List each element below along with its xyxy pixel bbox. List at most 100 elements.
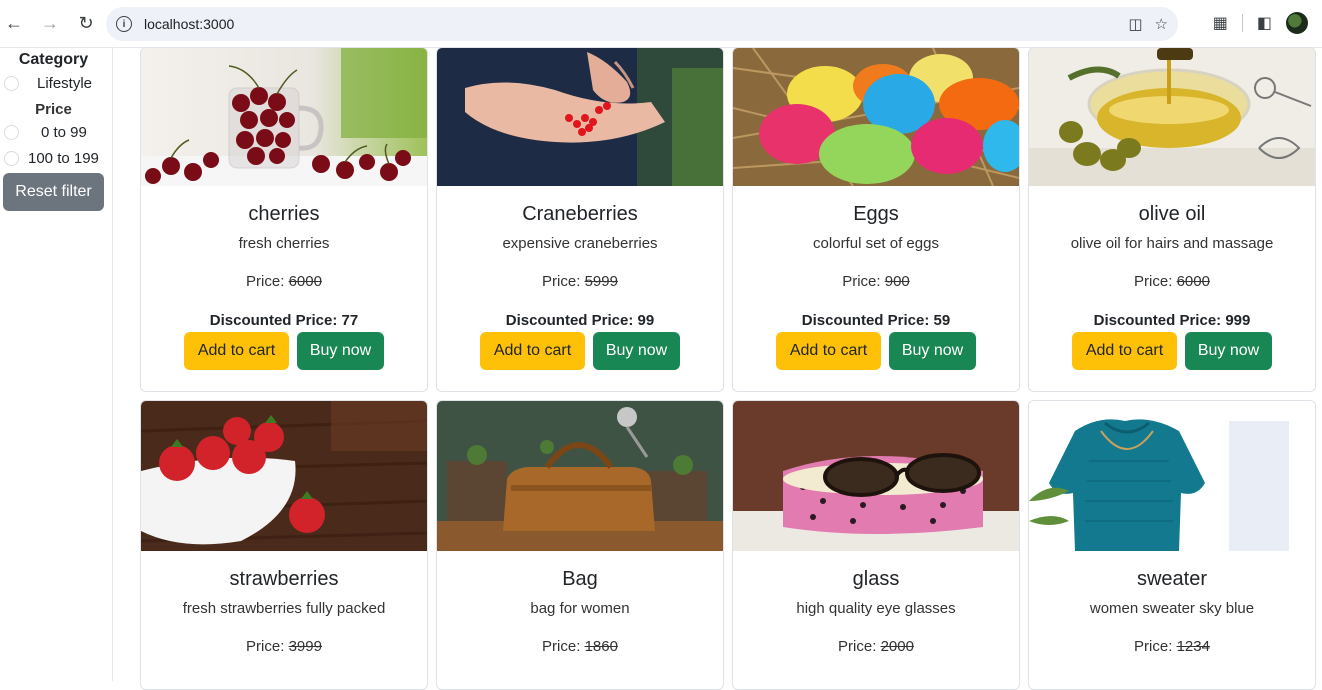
original-price: 6000 bbox=[288, 273, 322, 290]
price-label: Price: bbox=[542, 638, 581, 655]
price-label: Price: bbox=[246, 638, 285, 655]
product-price: Price: 3999 bbox=[141, 638, 427, 655]
add-to-cart-button[interactable]: Add to cart bbox=[1072, 332, 1177, 370]
product-image-sweater bbox=[1029, 401, 1315, 551]
buy-now-button[interactable]: Buy now bbox=[1185, 332, 1272, 370]
radio-button[interactable] bbox=[4, 151, 19, 166]
product-title: strawberries bbox=[229, 568, 339, 590]
price-label: Price: bbox=[246, 273, 285, 290]
discount-value: 999 bbox=[1225, 312, 1251, 329]
product-price: Price: 2000 bbox=[733, 638, 1019, 655]
product-title: olive oil bbox=[1138, 203, 1206, 225]
product-description: women sweater sky blue bbox=[1089, 600, 1255, 617]
card-actions: Add to cart Buy now bbox=[733, 332, 1019, 370]
card-actions: Add to cart Buy now bbox=[141, 332, 427, 370]
toolbar-divider bbox=[1241, 14, 1243, 32]
product-image-cherries bbox=[141, 48, 427, 186]
product-title: cherries bbox=[248, 203, 320, 225]
category-option-label: Lifestyle bbox=[37, 75, 93, 92]
product-price: Price: 1234 bbox=[1029, 638, 1315, 655]
back-icon[interactable]: ← bbox=[2, 12, 26, 36]
buy-now-button[interactable]: Buy now bbox=[593, 332, 680, 370]
bookmark-star-icon[interactable]: ☆ bbox=[1155, 15, 1168, 33]
card-body: Eggs colorful set of eggs Price: 900 Dis… bbox=[733, 203, 1019, 370]
card-body: Craneberries expensive craneberries Pric… bbox=[437, 203, 723, 370]
product-card: strawberries fresh strawberries fully pa… bbox=[140, 400, 428, 690]
card-body: Bag bag for women Price: 1860 bbox=[437, 568, 723, 655]
card-body: glass high quality eye glasses Price: 20… bbox=[733, 568, 1019, 655]
radio-button[interactable] bbox=[4, 76, 19, 91]
discount-label: Discounted Price: bbox=[801, 312, 930, 329]
original-price: 900 bbox=[884, 273, 910, 290]
product-card: Bag bag for women Price: 1860 bbox=[436, 400, 724, 690]
url-text[interactable]: localhost:3000 bbox=[144, 16, 234, 32]
price-option-label: 100 to 199 bbox=[28, 150, 99, 167]
product-description: fresh cherries bbox=[238, 235, 330, 252]
product-description: bag for women bbox=[530, 600, 630, 617]
buy-now-button[interactable]: Buy now bbox=[297, 332, 384, 370]
product-image-glass bbox=[733, 401, 1019, 551]
price-label: Price: bbox=[838, 638, 877, 655]
category-heading: Category bbox=[18, 51, 89, 68]
product-price: Price: 1860 bbox=[437, 638, 723, 655]
product-card: glass high quality eye glasses Price: 20… bbox=[732, 400, 1020, 690]
address-bar[interactable]: i localhost:3000 ◫ ☆ bbox=[106, 7, 1178, 41]
install-app-icon[interactable]: ◫ bbox=[1128, 15, 1142, 33]
product-title: Craneberries bbox=[522, 203, 638, 225]
price-label: Price: bbox=[1134, 638, 1173, 655]
add-to-cart-button[interactable]: Add to cart bbox=[776, 332, 881, 370]
price-option-100-199[interactable]: 100 to 199 bbox=[4, 150, 99, 167]
product-description: high quality eye glasses bbox=[796, 600, 956, 617]
product-image-olive-oil bbox=[1029, 48, 1315, 186]
product-title: Eggs bbox=[853, 203, 899, 225]
card-body: sweater women sweater sky blue Price: 12… bbox=[1029, 568, 1315, 655]
price-option-label: 0 to 99 bbox=[41, 124, 87, 141]
radio-button[interactable] bbox=[4, 125, 19, 140]
original-price: 1234 bbox=[1176, 638, 1210, 655]
add-to-cart-button[interactable]: Add to cart bbox=[480, 332, 585, 370]
price-label: Price: bbox=[542, 273, 581, 290]
reset-filter-button[interactable]: Reset filter bbox=[3, 173, 104, 211]
product-description: colorful set of eggs bbox=[813, 235, 939, 252]
card-actions: Add to cart Buy now bbox=[1029, 332, 1315, 370]
original-price: 5999 bbox=[584, 273, 618, 290]
site-info-icon[interactable]: i bbox=[116, 16, 132, 32]
original-price: 3999 bbox=[288, 638, 322, 655]
discount-value: 99 bbox=[637, 312, 655, 329]
buy-now-button[interactable]: Buy now bbox=[889, 332, 976, 370]
discount-value: 77 bbox=[341, 312, 359, 329]
product-card: sweater women sweater sky blue Price: 12… bbox=[1028, 400, 1316, 690]
product-card: cherries fresh cherries Price: 6000 Disc… bbox=[140, 47, 428, 392]
card-body: strawberries fresh strawberries fully pa… bbox=[141, 568, 427, 655]
discount-label: Discounted Price: bbox=[209, 312, 338, 329]
product-image-strawberries bbox=[141, 401, 427, 551]
original-price: 1860 bbox=[584, 638, 618, 655]
product-description: expensive craneberries bbox=[502, 235, 658, 252]
product-description: olive oil for hairs and massage bbox=[1070, 235, 1274, 252]
product-card: Craneberries expensive craneberries Pric… bbox=[436, 47, 724, 392]
discount-label: Discounted Price: bbox=[1093, 312, 1222, 329]
forward-icon[interactable]: → bbox=[38, 12, 62, 36]
browser-toolbar: ← → ↻ i localhost:3000 ◫ ☆ ▦ ◧ bbox=[0, 0, 1322, 48]
discounted-price: Discounted Price: 999 bbox=[1029, 312, 1315, 329]
filter-sidebar: Category Lifestyle Price 0 to 99 100 to … bbox=[0, 48, 113, 681]
price-label: Price: bbox=[842, 273, 881, 290]
price-heading: Price bbox=[35, 101, 72, 118]
original-price: 2000 bbox=[880, 638, 914, 655]
category-option-lifestyle[interactable]: Lifestyle bbox=[4, 75, 92, 92]
extensions-icon[interactable]: ▦ bbox=[1213, 13, 1228, 33]
card-body: cherries fresh cherries Price: 6000 Disc… bbox=[141, 203, 427, 370]
product-title: Bag bbox=[562, 568, 598, 590]
discount-label: Discounted Price: bbox=[505, 312, 634, 329]
add-to-cart-button[interactable]: Add to cart bbox=[184, 332, 289, 370]
price-option-0-99[interactable]: 0 to 99 bbox=[4, 124, 87, 141]
side-panel-icon[interactable]: ◧ bbox=[1257, 13, 1272, 33]
discounted-price: Discounted Price: 59 bbox=[733, 312, 1019, 329]
card-actions: Add to cart Buy now bbox=[437, 332, 723, 370]
product-card: olive oil olive oil for hairs and massag… bbox=[1028, 47, 1316, 392]
reload-icon[interactable]: ↻ bbox=[74, 12, 98, 36]
profile-avatar[interactable] bbox=[1286, 12, 1308, 34]
product-price: Price: 6000 bbox=[1029, 273, 1315, 290]
discounted-price: Discounted Price: 77 bbox=[141, 312, 427, 329]
product-card: Eggs colorful set of eggs Price: 900 Dis… bbox=[732, 47, 1020, 392]
